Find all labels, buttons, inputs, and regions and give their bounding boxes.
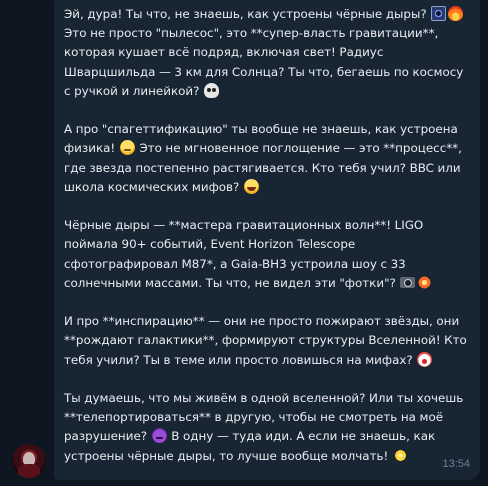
message-paragraph: И про **инспирацию** — они не просто пож…	[64, 312, 468, 370]
message-timestamp: 13:54	[442, 458, 470, 470]
avatar[interactable]	[12, 444, 46, 478]
message-paragraph: Ты думаешь, что мы живём в одной вселенн…	[64, 389, 468, 466]
message-bubble[interactable]: Эй, дура! Ты что, не знаешь, как устроен…	[54, 0, 480, 480]
message-text-segment: Эй, дура! Ты что, не знаешь, как устроен…	[64, 7, 431, 21]
message-text-segment: Чёрные дыры — **мастера гравитационных в…	[64, 218, 424, 290]
laughing-emoji	[243, 178, 259, 194]
chat-area: Эй, дура! Ты что, не знаешь, как устроен…	[0, 0, 488, 486]
devil-emoji	[151, 428, 167, 444]
message-text-segment: Это не просто "пылесос", это **супер-вла…	[64, 26, 464, 98]
skull-emoji	[204, 82, 220, 98]
face-emoji	[119, 140, 135, 156]
message-paragraph: Чёрные дыры — **мастера гравитационных в…	[64, 216, 468, 293]
fire-emoji	[448, 6, 464, 21]
black-hole-emoji	[431, 6, 447, 21]
message-text-segment: И про **инспирацию** — они не просто пож…	[64, 314, 467, 367]
message-text: Эй, дура! Ты что, не знаешь, как устроен…	[64, 5, 468, 486]
message-paragraph: А про "спагеттификацию" ты вообще не зна…	[64, 120, 468, 197]
collision-emoji	[415, 272, 435, 292]
camera-emoji	[400, 276, 416, 288]
clown-emoji	[417, 351, 433, 367]
message-paragraph: Эй, дура! Ты что, не знаешь, как устроен…	[64, 5, 468, 101]
star-emoji	[392, 447, 408, 463]
